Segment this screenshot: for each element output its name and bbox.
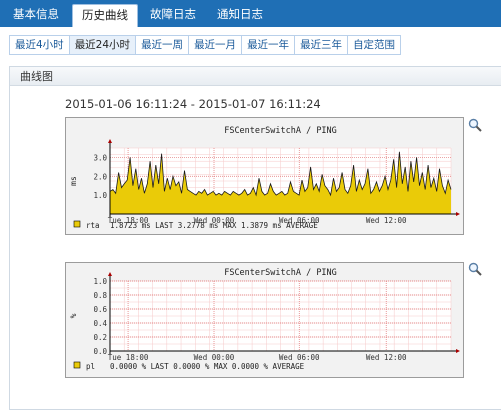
zoom-icon[interactable] — [468, 262, 482, 276]
pl-graph-svg: Tue 18:00 Wed 00:00 Wed 06:00 Wed 12:000.00… — [69, 268, 460, 371]
tab-notify-log[interactable]: 通知日志 — [208, 4, 272, 27]
y-tick-label: 0.2 — [93, 333, 107, 342]
tab-basic-info[interactable]: 基本信息 — [6, 4, 66, 27]
y-axis-arrow — [108, 272, 112, 276]
y-tick-label: 2.0 — [93, 172, 107, 181]
range-3year-button[interactable]: 最近三年 — [295, 36, 349, 54]
legend-name: pl — [86, 362, 95, 371]
zoom-icon[interactable] — [468, 118, 482, 132]
y-axis-arrow — [108, 139, 112, 143]
chart-title: FSCenterSwitchA / PING — [224, 126, 337, 136]
range-custom-button[interactable]: 自定范围 — [348, 36, 400, 54]
rta-graph-svg: Tue 18:00 Wed 00:00 Wed 06:00 Wed 12:001.02… — [69, 126, 460, 230]
y-tick-label: 0.0 — [93, 347, 107, 356]
legend-stats: 0.0000 % LAST 0.0000 % MAX 0.0000 % AVER… — [110, 362, 305, 371]
pl-graph: Tue 18:00 Wed 00:00 Wed 06:00 Wed 12:00 0.0 0… — [65, 262, 464, 378]
y-tick-label: 0.6 — [93, 305, 107, 314]
y-tick-label: 3.0 — [93, 153, 107, 162]
chart-title: FSCenterSwitchA / PING — [224, 268, 337, 278]
legend-name: rta — [86, 221, 100, 230]
y-tick-label: 1.0 — [93, 191, 107, 200]
time-range-label: 2015-01-06 16:11:24 - 2015-01-07 16:11:2… — [65, 97, 321, 111]
x-tick-label: Wed 00:00 — [194, 353, 235, 362]
x-tick-label: Tue 18:00 — [108, 353, 149, 362]
x-tick-label: Wed 12:00 — [366, 353, 407, 362]
x-axis-arrow — [456, 349, 460, 353]
range-week-button[interactable]: 最近一周 — [136, 36, 190, 54]
range-month-button[interactable]: 最近一月 — [189, 36, 243, 54]
x-axis-arrow — [456, 212, 460, 216]
panel-title: 曲线图 — [10, 67, 501, 86]
y-tick-label: 0.4 — [93, 319, 107, 328]
tab-history-curve[interactable]: 历史曲线 — [72, 4, 138, 27]
rta-graph: Tue 18:00 Wed 00:00 Wed 06:00 Wed 12:00 1.0 2… — [65, 117, 464, 235]
y-tick-label: 0.8 — [93, 291, 107, 300]
range-4h-button[interactable]: 最近4小时 — [10, 36, 70, 54]
y-tick-label: 1.0 — [93, 277, 107, 286]
x-tick-label: Wed 12:00 — [366, 216, 407, 225]
time-range-selector: 最近4小时 最近24小时 最近一周 最近一月 最近一年 最近三年 自定范围 — [9, 35, 402, 55]
range-year-button[interactable]: 最近一年 — [242, 36, 296, 54]
legend-swatch — [73, 361, 81, 369]
tab-fault-log[interactable]: 故障日志 — [140, 4, 206, 27]
x-tick-label: Wed 06:00 — [279, 353, 320, 362]
y-axis-label: % — [69, 313, 78, 318]
range-24h-button[interactable]: 最近24小时 — [69, 36, 137, 54]
y-axis-label: ms — [69, 176, 78, 186]
legend-swatch — [73, 220, 81, 228]
legend-stats: 1.8723 ms LAST 3.2778 ms MAX 1.3879 ms A… — [110, 221, 318, 230]
tab-bar: 基本信息 历史曲线 故障日志 通知日志 — [0, 0, 501, 27]
